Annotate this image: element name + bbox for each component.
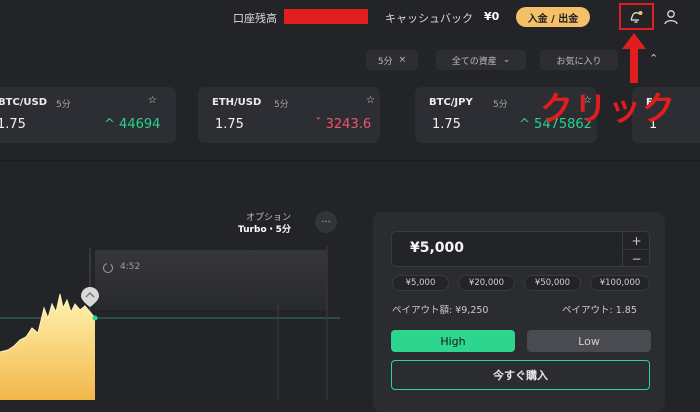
annotation-click-text: クリック [540, 89, 676, 128]
preset-amount-button[interactable]: ¥20,000 [458, 275, 515, 291]
option-type-value: Turbo・5分 [238, 225, 291, 235]
chevron-down-icon: ⌄ [502, 55, 511, 65]
close-icon[interactable]: × [399, 55, 407, 65]
all-assets-dropdown[interactable]: 全ての資産 ⌄ [436, 50, 526, 70]
amount-value[interactable]: ¥5,000 [410, 240, 464, 256]
more-options-button[interactable]: ··· [315, 211, 337, 233]
asset-price: ^ 44694 [104, 117, 160, 132]
deposit-withdraw-button[interactable]: 入金 / 出金 [516, 7, 590, 27]
asset-card-btcusd[interactable]: BTC/USD 5分 ☆ 1.75 ^ 44694 [0, 87, 176, 143]
asset-name: BTC/JPY [429, 97, 473, 108]
balance-label: 口座残高 [233, 12, 277, 25]
payout-rate: ペイアウト: 1.85 [562, 305, 637, 316]
asset-rate: 1.75 [215, 117, 244, 132]
favorites-dropdown[interactable]: お気に入り [540, 50, 618, 70]
asset-card-ethusd[interactable]: ETH/USD 5分 ☆ 1.75 ˇ 3243.6 [198, 87, 380, 143]
price-marker-icon [81, 287, 99, 307]
timeframe-filter-label: 5分 [377, 56, 393, 67]
chevron-up-icon[interactable]: ⌃ [649, 52, 658, 65]
section-divider [0, 160, 700, 161]
asset-price-value: 44694 [119, 117, 161, 132]
notification-icon[interactable] [628, 9, 644, 25]
payout-amount: ペイアウト額: ¥9,250 [392, 305, 489, 316]
cashback-value: ¥0 [484, 10, 500, 23]
trend-up-icon: ^ [104, 117, 115, 132]
trend-up-icon: ^ [519, 117, 530, 132]
preset-amount-button[interactable]: ¥5,000 [392, 275, 449, 291]
amount-decrease-button[interactable]: − [622, 249, 650, 267]
timeframe-filter-chip[interactable]: 5分 × [366, 50, 418, 70]
asset-rate: 1.75 [432, 117, 461, 132]
trend-down-icon: ˇ [315, 117, 322, 132]
star-icon[interactable]: ☆ [148, 95, 157, 106]
all-assets-label: 全ての資産 [451, 56, 497, 67]
asset-price-value: 3243.6 [325, 117, 372, 132]
star-icon[interactable]: ☆ [366, 95, 375, 106]
preset-amount-button[interactable]: ¥50,000 [524, 275, 581, 291]
preset-amount-button[interactable]: ¥100,000 [590, 275, 650, 291]
expiry-timer: 4:52 [120, 262, 141, 272]
asset-price: ˇ 3243.6 [315, 117, 371, 132]
asset-timeframe: 5分 [56, 100, 71, 110]
favorites-label: お気に入り [556, 56, 602, 67]
asset-timeframe: 5分 [274, 100, 289, 110]
timer-icon [103, 263, 113, 273]
asset-rate: 1.75 [0, 117, 26, 132]
balance-redacted-value [284, 9, 368, 24]
asset-name: BTC/USD [0, 97, 48, 108]
high-button[interactable]: High [391, 330, 515, 352]
amount-increase-button[interactable]: + [622, 232, 650, 249]
buy-now-button[interactable]: 今すぐ購入 [391, 360, 650, 390]
asset-name: ETH/USD [212, 97, 262, 108]
cashback-label: キャッシュバック [385, 12, 473, 25]
asset-timeframe: 5分 [493, 100, 508, 110]
low-button[interactable]: Low [527, 330, 651, 352]
annotation-arrow-icon [622, 33, 646, 83]
user-icon[interactable] [662, 8, 680, 26]
